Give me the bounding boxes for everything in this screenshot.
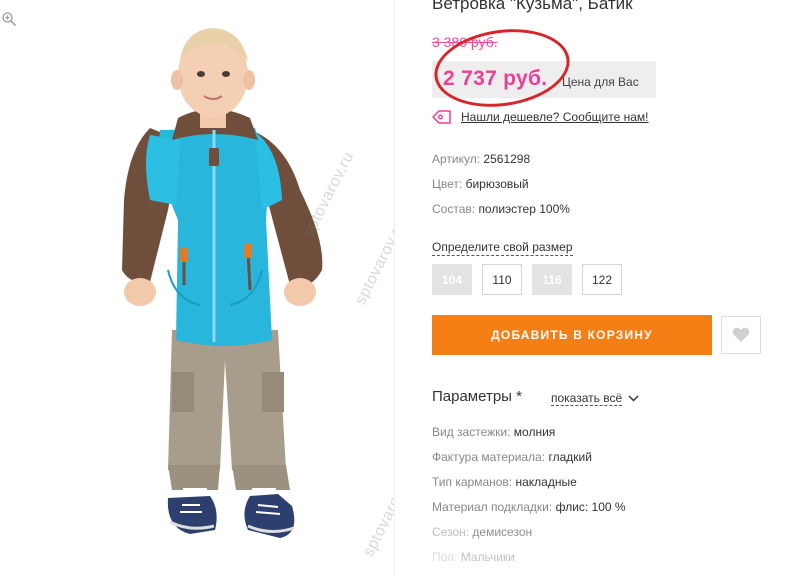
parameter-label: Тип карманов: — [432, 475, 513, 489]
parameter-row: Материал подкладки: флис: 100 % — [432, 500, 626, 514]
parameter-row: Тип карманов: накладные — [432, 475, 577, 489]
parameter-value: молния — [513, 425, 556, 439]
price-tag-icon — [432, 110, 451, 124]
attribute-row: Состав: полиэстер 100% — [432, 202, 570, 216]
product-image[interactable]: sptovarov.ru sptovarov.ru sptovarov.ru — [0, 0, 395, 574]
show-all-toggle[interactable]: показать всё — [551, 391, 639, 406]
attribute-value: 2561298 — [483, 152, 531, 166]
parameter-row: Пол: Мальчики — [432, 550, 515, 564]
attribute-label: Цвет: — [432, 177, 463, 191]
parameter-label: Сезон: — [432, 525, 470, 539]
size-guide-link[interactable]: Определите свой размер — [432, 240, 573, 256]
size-option[interactable]: 110 — [482, 264, 522, 295]
parameter-value: демисезон — [472, 525, 533, 539]
parameter-label: Пол: — [432, 550, 458, 564]
heart-icon — [732, 327, 750, 342]
add-to-cart-button[interactable]: ДОБАВИТЬ В КОРЗИНУ — [432, 315, 712, 355]
parameter-value: накладные — [515, 475, 577, 489]
parameter-row: Фактура материала: гладкий — [432, 450, 592, 464]
chevron-down-icon — [628, 395, 639, 402]
size-selector: 104 110 116 122 — [432, 264, 622, 295]
parameter-row: Сезон: демисезон — [432, 525, 532, 539]
parameter-label: Фактура материала: — [432, 450, 546, 464]
product-title: Ветровка "Кузьма", Батик — [432, 0, 633, 13]
attribute-row: Цвет: бирюзовый — [432, 177, 529, 191]
divider — [394, 0, 395, 574]
size-option[interactable]: 122 — [582, 264, 622, 295]
parameter-row: Вид застежки: молния — [432, 425, 555, 439]
parameter-value: флис: 100 % — [555, 500, 626, 514]
attribute-value: бирюзовый — [465, 177, 529, 191]
show-all-label[interactable]: показать всё — [551, 391, 623, 406]
attribute-label: Состав: — [432, 202, 476, 216]
price-note: Цена для Вас — [562, 75, 639, 89]
parameter-value: гладкий — [548, 450, 592, 464]
attribute-row: Артикул: 2561298 — [432, 152, 530, 166]
parameters-title: Параметры * — [432, 388, 522, 405]
parameter-value: Мальчики — [460, 550, 515, 564]
favorite-button[interactable] — [721, 316, 761, 354]
attribute-value: полиэстер 100% — [478, 202, 570, 216]
attribute-label: Артикул: — [432, 152, 481, 166]
parameter-label: Вид застежки: — [432, 425, 511, 439]
size-option[interactable]: 116 — [532, 264, 572, 295]
found-cheaper-text[interactable]: Нашли дешевле? Сообщите нам! — [461, 110, 648, 124]
found-cheaper-link[interactable]: Нашли дешевле? Сообщите нам! — [432, 109, 648, 125]
parameter-label: Материал подкладки: — [432, 500, 553, 514]
child-in-jacket-photo — [122, 28, 323, 538]
size-option[interactable]: 104 — [432, 264, 472, 295]
